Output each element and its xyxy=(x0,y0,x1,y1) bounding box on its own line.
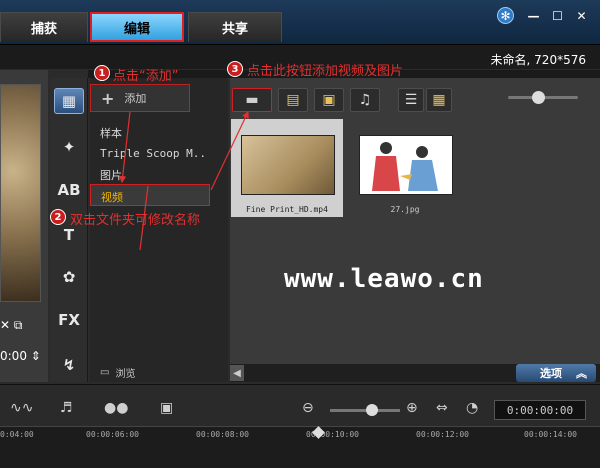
options-label: 选项 xyxy=(540,367,562,380)
timeline-timecode-value: 0:00:00:00 xyxy=(506,403,574,417)
fit-project-icon[interactable]: ⇔ xyxy=(436,400,448,416)
clock-icon[interactable]: ◔ xyxy=(466,400,478,416)
ruler-tick-label: 00:00:06:00 xyxy=(86,430,139,439)
zoom-out-icon[interactable]: ⊖ xyxy=(302,400,314,416)
multitrack-icon[interactable]: ●● xyxy=(104,400,128,416)
zoom-slider[interactable] xyxy=(330,404,400,416)
options-button[interactable]: 选项 ︽ xyxy=(516,364,596,382)
mixer-icon[interactable]: ♬ xyxy=(60,400,73,416)
arrow-line xyxy=(119,111,131,184)
arrow-line xyxy=(210,110,249,191)
ruler-tick-label: 00:00:08:00 xyxy=(196,430,249,439)
ruler-tick-label: 00:00:12:00 xyxy=(416,430,469,439)
ruler-tick-label: 0:04:00 xyxy=(0,430,34,439)
scroll-left-icon[interactable]: ◀ xyxy=(230,365,244,381)
timeline-timecode[interactable]: 0:00:00:00 xyxy=(494,400,586,420)
chevron-up-icon: ︽ xyxy=(576,367,587,380)
audio-wave-icon[interactable]: ∿∿ xyxy=(10,400,33,416)
arrow-line xyxy=(139,185,149,251)
ruler-tick-label: 00:00:14:00 xyxy=(524,430,577,439)
title-track-icon[interactable]: ▣ xyxy=(160,400,173,416)
zoom-in-icon[interactable]: ⊕ xyxy=(406,400,418,416)
zoom-slider-knob[interactable] xyxy=(366,404,378,416)
